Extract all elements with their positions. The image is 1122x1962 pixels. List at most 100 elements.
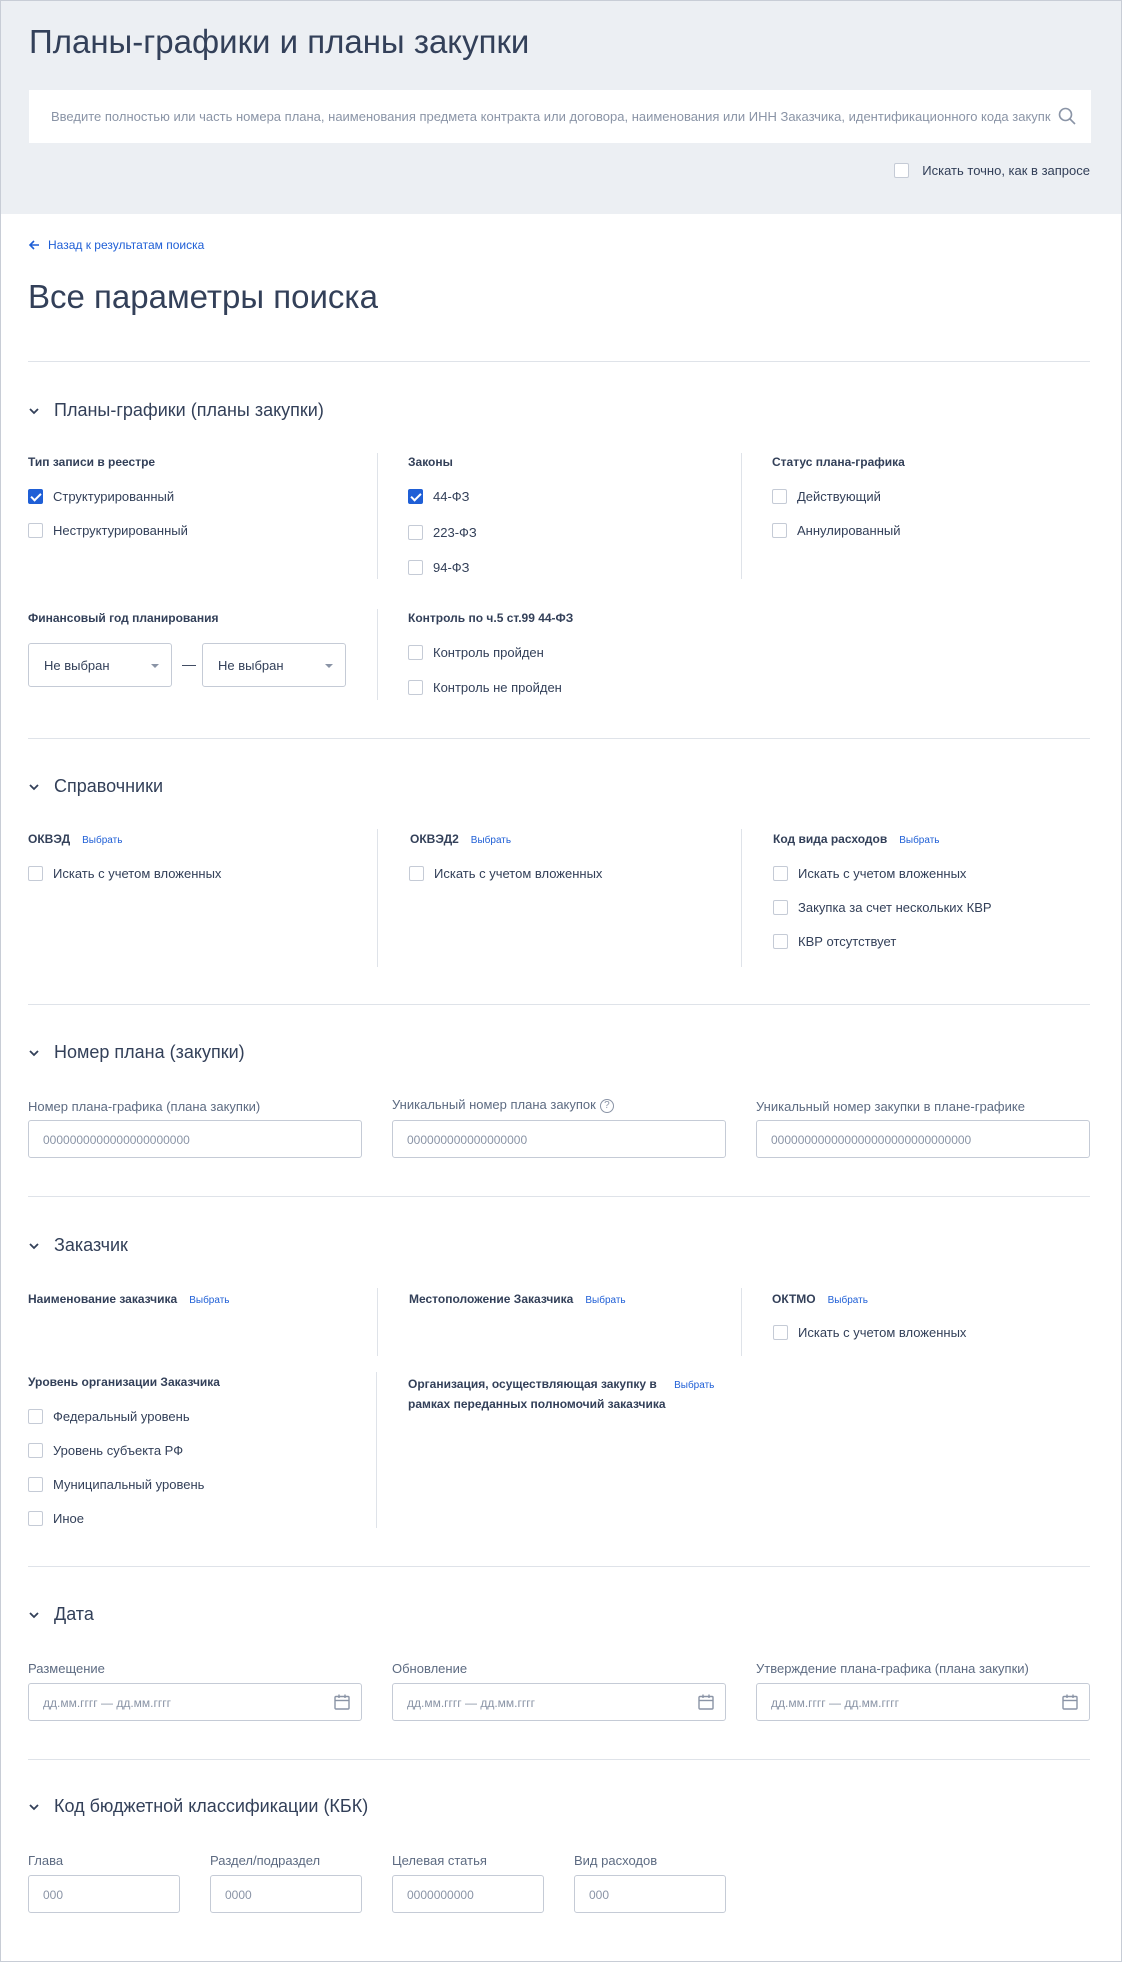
purchase-number-input[interactable] xyxy=(771,1131,1053,1148)
option-label: Искать с учетом вложенных xyxy=(798,866,967,881)
search-input[interactable] xyxy=(51,106,1051,126)
back-to-results-link[interactable]: Назад к результатам поиска xyxy=(28,238,204,252)
checkbox[interactable] xyxy=(409,866,424,881)
section-directories-header[interactable]: Справочники xyxy=(28,776,163,797)
checkbox[interactable] xyxy=(28,523,43,538)
exact-search-checkbox[interactable] xyxy=(894,163,910,178)
level-municipal[interactable]: Муниципальный уровень xyxy=(28,1477,204,1492)
checkbox[interactable] xyxy=(408,645,423,660)
control-passed[interactable]: Контроль пройден xyxy=(408,645,544,660)
law-44fz[interactable]: 44-ФЗ xyxy=(408,489,470,504)
procuring-org-select-link[interactable]: Выбрать xyxy=(674,1380,714,1391)
oktmo-select-link[interactable]: Выбрать xyxy=(828,1295,868,1306)
section-plan-number-header[interactable]: Номер плана (закупки) xyxy=(28,1042,245,1063)
kvr-nested[interactable]: Искать с учетом вложенных xyxy=(773,866,966,881)
oktmo-title: ОКТМО xyxy=(772,1292,816,1306)
okved2-select-link[interactable]: Выбрать xyxy=(471,835,511,846)
checkbox[interactable] xyxy=(28,866,43,881)
approval-date-field[interactable] xyxy=(756,1683,1090,1721)
kbk-section-input[interactable] xyxy=(225,1886,325,1903)
unique-plan-number-field[interactable] xyxy=(392,1120,726,1158)
fin-year-to-select[interactable]: Не выбран xyxy=(202,643,346,687)
customer-location-select-link[interactable]: Выбрать xyxy=(585,1295,625,1306)
checkbox[interactable] xyxy=(408,525,423,540)
record-type-unstructured[interactable]: Неструктурированный xyxy=(28,523,188,538)
okved-select-link[interactable]: Выбрать xyxy=(82,835,122,846)
law-94fz[interactable]: 94-ФЗ xyxy=(408,560,470,575)
checkbox[interactable] xyxy=(28,1443,43,1458)
placement-date-field[interactable] xyxy=(28,1683,362,1721)
level-federal[interactable]: Федеральный уровень xyxy=(28,1409,190,1424)
checkbox[interactable] xyxy=(773,1325,788,1340)
checkbox[interactable] xyxy=(772,489,787,504)
section-date-header[interactable]: Дата xyxy=(28,1604,94,1625)
kbk-chapter-field[interactable] xyxy=(28,1875,180,1913)
law-223fz[interactable]: 223-ФЗ xyxy=(408,525,477,540)
checkbox[interactable] xyxy=(28,1409,43,1424)
kbk-target-input[interactable] xyxy=(407,1886,507,1903)
update-date-input[interactable] xyxy=(407,1694,689,1711)
option-label: Контроль не пройден xyxy=(433,680,562,695)
control-not-passed[interactable]: Контроль не пройден xyxy=(408,680,562,695)
exact-search-label: Искать точно, как в запросе xyxy=(922,163,1090,178)
kbk-expense-input[interactable] xyxy=(589,1886,689,1903)
update-date-label: Обновление xyxy=(392,1661,468,1676)
approval-date-input[interactable] xyxy=(771,1694,1053,1711)
chevron-down-icon xyxy=(29,1049,39,1056)
checkbox[interactable] xyxy=(772,523,787,538)
kvr-label: Код вида расходов Выбрать xyxy=(773,832,940,846)
level-regional[interactable]: Уровень субъекта РФ xyxy=(28,1443,183,1458)
kbk-expense-field[interactable] xyxy=(574,1875,726,1913)
checkbox[interactable] xyxy=(773,900,788,915)
oktmo-label: ОКТМО Выбрать xyxy=(772,1292,868,1306)
record-type-structured[interactable]: Структурированный xyxy=(28,489,174,504)
update-date-field[interactable] xyxy=(392,1683,726,1721)
option-label: Искать с учетом вложенных xyxy=(53,866,222,881)
option-label: Уровень субъекта РФ xyxy=(53,1443,184,1458)
checkbox[interactable] xyxy=(28,1477,43,1492)
kbk-target-label: Целевая статья xyxy=(392,1853,487,1868)
checkbox[interactable] xyxy=(28,1511,43,1526)
calendar-icon[interactable] xyxy=(1061,1693,1079,1711)
plan-number-input[interactable] xyxy=(43,1131,325,1148)
okved-nested[interactable]: Искать с учетом вложенных xyxy=(28,866,221,881)
status-active[interactable]: Действующий xyxy=(772,489,881,504)
dropdown-arrow-icon xyxy=(325,664,333,668)
calendar-icon[interactable] xyxy=(697,1693,715,1711)
exact-search-option[interactable]: Искать точно, как в запросе xyxy=(894,163,1090,178)
kvr-absent[interactable]: КВР отсутствует xyxy=(773,934,896,949)
checkbox-checked[interactable] xyxy=(28,489,43,504)
purchase-number-field[interactable] xyxy=(756,1120,1090,1158)
calendar-icon[interactable] xyxy=(333,1693,351,1711)
search-icon[interactable] xyxy=(1057,106,1077,126)
kvr-select-link[interactable]: Выбрать xyxy=(899,835,939,846)
customer-name-select-link[interactable]: Выбрать xyxy=(189,1295,229,1306)
fin-year-from-select[interactable]: Не выбран xyxy=(28,643,172,687)
unique-plan-number-input[interactable] xyxy=(407,1131,689,1148)
checkbox[interactable] xyxy=(773,866,788,881)
placement-date-input[interactable] xyxy=(43,1694,325,1711)
oktmo-nested[interactable]: Искать с учетом вложенных xyxy=(773,1325,966,1340)
kbk-chapter-input[interactable] xyxy=(43,1886,143,1903)
kvr-multiple[interactable]: Закупка за счет нескольких КВР xyxy=(773,900,992,915)
kbk-target-field[interactable] xyxy=(392,1875,544,1913)
okved2-nested[interactable]: Искать с учетом вложенных xyxy=(409,866,602,881)
section-plans-header[interactable]: Планы-графики (планы закупки) xyxy=(28,400,324,421)
plan-number-field[interactable] xyxy=(28,1120,362,1158)
kbk-section-field[interactable] xyxy=(210,1875,362,1913)
checkbox[interactable] xyxy=(773,934,788,949)
option-label: Искать с учетом вложенных xyxy=(434,866,603,881)
chevron-down-icon xyxy=(29,407,39,414)
status-annulled[interactable]: Аннулированный xyxy=(772,523,901,538)
checkbox[interactable] xyxy=(408,560,423,575)
checkbox[interactable] xyxy=(408,680,423,695)
section-kbk-header[interactable]: Код бюджетной классификации (КБК) xyxy=(28,1796,368,1817)
section-customer-title: Заказчик xyxy=(54,1235,128,1255)
customer-location-label: Местоположение Заказчика Выбрать xyxy=(409,1292,626,1306)
help-icon[interactable]: ? xyxy=(599,1098,614,1113)
level-other[interactable]: Иное xyxy=(28,1511,84,1526)
checkbox-checked[interactable] xyxy=(408,489,423,504)
okved-title: ОКВЭД xyxy=(28,832,71,846)
option-label: Аннулированный xyxy=(797,523,901,538)
section-customer-header[interactable]: Заказчик xyxy=(28,1235,128,1256)
